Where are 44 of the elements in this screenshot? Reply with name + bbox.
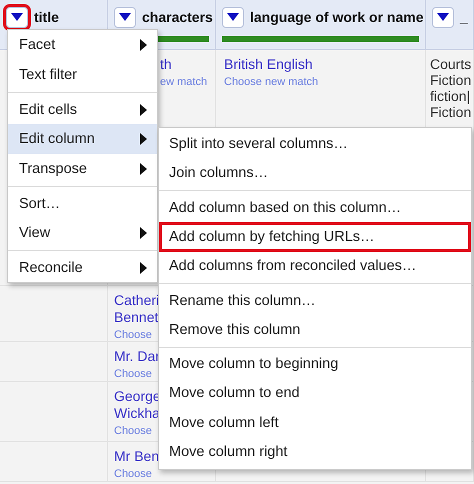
column-name: _	[460, 9, 468, 25]
menu-item[interactable]: Facet	[8, 30, 157, 60]
column-dropdown-button[interactable]	[6, 6, 28, 28]
column-dropdown-button[interactable]	[114, 6, 136, 28]
menu-item-label: Edit column	[19, 131, 95, 147]
menu-item[interactable]: Rename this column…	[159, 283, 471, 315]
column-name: characters	[142, 9, 213, 25]
caret-icon	[119, 13, 131, 21]
menu-item[interactable]: Edit column	[8, 124, 157, 154]
menu-item[interactable]: Move column to end	[159, 378, 471, 408]
menu-item[interactable]: Move column right	[159, 438, 471, 467]
menu-item-label: Sort…	[19, 196, 60, 212]
menu-item-label: Text filter	[19, 67, 78, 83]
menu-item[interactable]: Text filter	[8, 60, 157, 90]
column-name: title	[34, 9, 59, 25]
menu-item[interactable]: Reconcile	[8, 250, 157, 282]
menu-item[interactable]: Remove this column	[159, 315, 471, 344]
menu-item-label: Reconcile	[19, 260, 83, 276]
cell-link[interactable]: Catheri Bennet	[108, 292, 160, 326]
caret-icon	[227, 13, 239, 21]
column-name: language of work or name	[250, 9, 424, 25]
menu-item[interactable]: Move column left	[159, 408, 471, 438]
menu-item[interactable]: Sort…	[8, 186, 157, 218]
menu-item[interactable]: Add columns from reconciled values…	[159, 252, 471, 281]
menu-item[interactable]: Join columns…	[159, 158, 471, 188]
cell-link[interactable]: Mr Ben	[108, 448, 160, 465]
menu-item[interactable]: Split into several columns…	[159, 129, 471, 158]
menu-item-label: Transpose	[19, 161, 87, 177]
menu-item[interactable]: Add column by fetching URLs…	[159, 222, 471, 252]
cell-text: Courts Fiction fiction| Fiction	[429, 56, 472, 120]
cell-link[interactable]: British English	[216, 56, 313, 73]
menu-item-label: View	[19, 225, 50, 241]
menu-item[interactable]: View	[8, 218, 157, 248]
menu-item[interactable]: Move column to beginning	[159, 346, 471, 378]
menu-item[interactable]: Add column based on this column…	[159, 190, 471, 222]
column-dropdown-button[interactable]	[432, 6, 454, 28]
menu-item-label: Edit cells	[19, 102, 78, 118]
menu-item[interactable]: Transpose	[8, 154, 157, 184]
caret-icon	[11, 13, 23, 21]
cell-link[interactable]: George Wickha	[108, 388, 161, 422]
caret-icon	[437, 13, 449, 21]
menu-item-label: Facet	[19, 37, 56, 53]
cell-link[interactable]: Mr. Dar	[108, 348, 160, 365]
column-dropdown-button[interactable]	[222, 6, 244, 28]
